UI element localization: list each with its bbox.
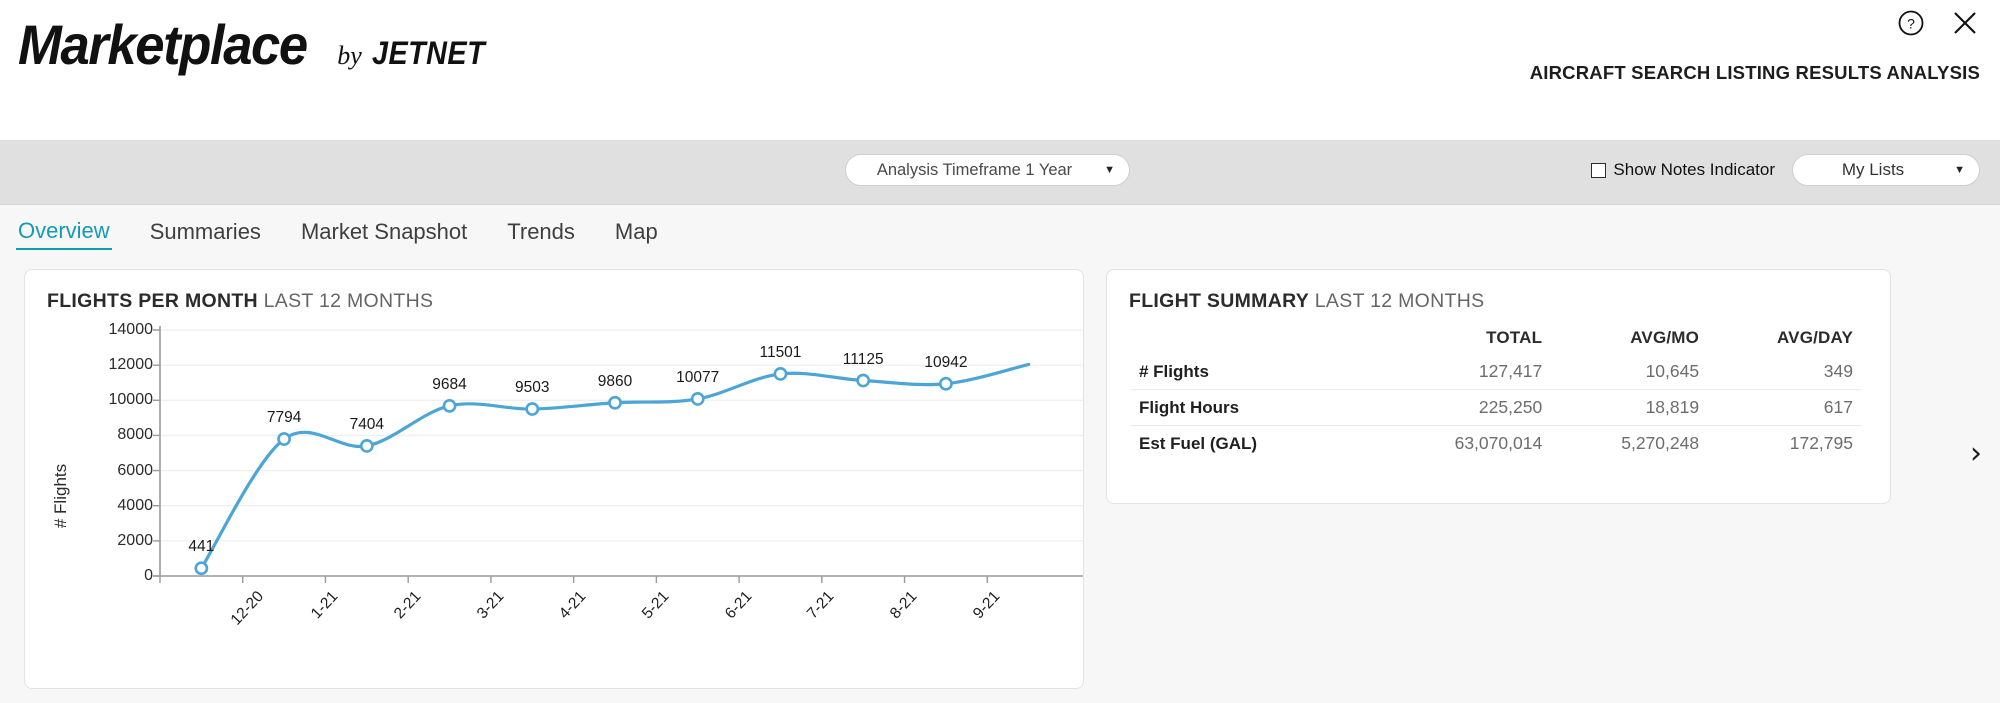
cell-total: 127,417 [1377,354,1550,390]
data-point-label: 9860 [598,373,632,391]
analysis-timeframe-value: Analysis Timeframe 1 Year [877,161,1072,180]
data-point-label: 441 [188,538,214,556]
my-lists-value: My Lists [1842,160,1904,180]
flights-line-chart: # Flights 0 2000 4000 6000 8000 10000 12000 140… [25,318,1084,688]
logo-jetnet-text: JETNET [372,35,485,72]
data-point-label: 7404 [350,416,384,434]
cell-avg-mo: 5,270,248 [1550,426,1707,462]
data-point-label: 9684 [432,376,466,394]
cell-avg-day: 172,795 [1707,426,1861,462]
logo-by-text: by [337,41,362,71]
cell-label: Est Fuel (GAL) [1131,426,1377,462]
main-content: FLIGHTS PER MONTH LAST 12 MONTHS # Fligh… [0,261,2000,689]
tab-overview[interactable]: Overview [16,216,112,250]
data-point-label: 11501 [759,344,801,362]
page-title: AIRCRAFT SEARCH LISTING RESULTS ANALYSIS [1530,62,1980,84]
show-notes-indicator-label: Show Notes Indicator [1613,160,1775,180]
tab-bar: Overview Summaries Market Snapshot Trends Ma… [0,205,2000,261]
checkbox-box[interactable] [1591,163,1606,178]
y-axis-tick-label: 10000 [73,391,153,409]
column-header: AVG/DAY [1707,326,1861,354]
app-header: Marketplace by JETNET ? AIRCRAFT SEARCH … [0,0,2000,140]
flight-summary-card: FLIGHT SUMMARY LAST 12 MONTHS TOTALAVG/M… [1106,269,1891,504]
summary-card-title-strong: FLIGHT SUMMARY [1129,290,1309,312]
y-axis-tick-label: 8000 [73,426,153,444]
cell-label: # Flights [1131,354,1377,390]
close-icon[interactable] [1950,8,1980,38]
svg-text:?: ? [1907,16,1915,32]
header-icon-group: ? [1896,8,1980,38]
data-point-label: 7794 [267,409,301,427]
y-axis-tick-label: 2000 [73,532,153,550]
tab-market-snapshot[interactable]: Market Snapshot [299,217,469,249]
chart-y-axis-ticks: 0 2000 4000 6000 8000 10000 12000 14000 [73,318,153,688]
chevron-down-icon: ▼ [1954,165,1965,176]
data-point-label: 9503 [515,379,549,397]
flight-summary-table: TOTALAVG/MOAVG/DAY # Flights127,41710,64… [1131,326,1861,461]
cell-total: 63,070,014 [1377,426,1550,462]
cell-avg-mo: 18,819 [1550,390,1707,426]
data-point-label: 11125 [843,351,884,369]
table-header-row: TOTALAVG/MOAVG/DAY [1131,326,1861,354]
flights-per-month-card: FLIGHTS PER MONTH LAST 12 MONTHS # Fligh… [24,269,1084,689]
y-axis-tick-label: 6000 [73,462,153,480]
summary-card-title: FLIGHT SUMMARY LAST 12 MONTHS [1107,270,1890,313]
logo-marketplace-text: Marketplace [18,12,307,77]
cell-avg-mo: 10,645 [1550,354,1707,390]
next-panel-chevron-icon[interactable]: › [1970,439,1982,469]
chart-y-axis-label: # Flights [51,436,71,556]
tab-trends[interactable]: Trends [505,217,577,249]
cell-label: Flight Hours [1131,390,1377,426]
summary-card-title-light: LAST 12 MONTHS [1315,290,1485,312]
analysis-timeframe-select[interactable]: Analysis Timeframe 1 Year ▼ [845,154,1130,186]
y-axis-tick-label: 0 [73,567,153,585]
table-row: # Flights127,41710,645349 [1131,354,1861,390]
y-axis-tick-label: 12000 [73,356,153,374]
cell-total: 225,250 [1377,390,1550,426]
help-circle-icon[interactable]: ? [1896,8,1926,38]
cell-avg-day: 617 [1707,390,1861,426]
chart-svg [25,318,1084,688]
y-axis-tick-label: 4000 [73,497,153,515]
chevron-down-icon: ▼ [1104,165,1115,176]
data-point-label: 10942 [924,354,967,372]
column-header: AVG/MO [1550,326,1707,354]
tab-map[interactable]: Map [613,217,660,249]
tab-summaries[interactable]: Summaries [148,217,263,249]
column-header: TOTAL [1377,326,1550,354]
flights-card-title: FLIGHTS PER MONTH LAST 12 MONTHS [25,270,1083,313]
toolbar: Analysis Timeframe 1 Year ▼ Show Notes I… [0,140,2000,205]
my-lists-select[interactable]: My Lists ▼ [1792,154,1980,186]
flights-card-title-light: LAST 12 MONTHS [264,290,434,312]
column-header [1131,326,1377,354]
cell-avg-day: 349 [1707,354,1861,390]
show-notes-indicator-checkbox[interactable]: Show Notes Indicator [1591,160,1775,180]
table-row: Flight Hours225,25018,819617 [1131,390,1861,426]
data-point-label: 10077 [676,369,719,387]
y-axis-tick-label: 14000 [73,321,153,339]
table-row: Est Fuel (GAL)63,070,0145,270,248172,795 [1131,426,1861,462]
app-logo: Marketplace by JETNET [18,12,497,77]
flights-card-title-strong: FLIGHTS PER MONTH [47,290,258,312]
